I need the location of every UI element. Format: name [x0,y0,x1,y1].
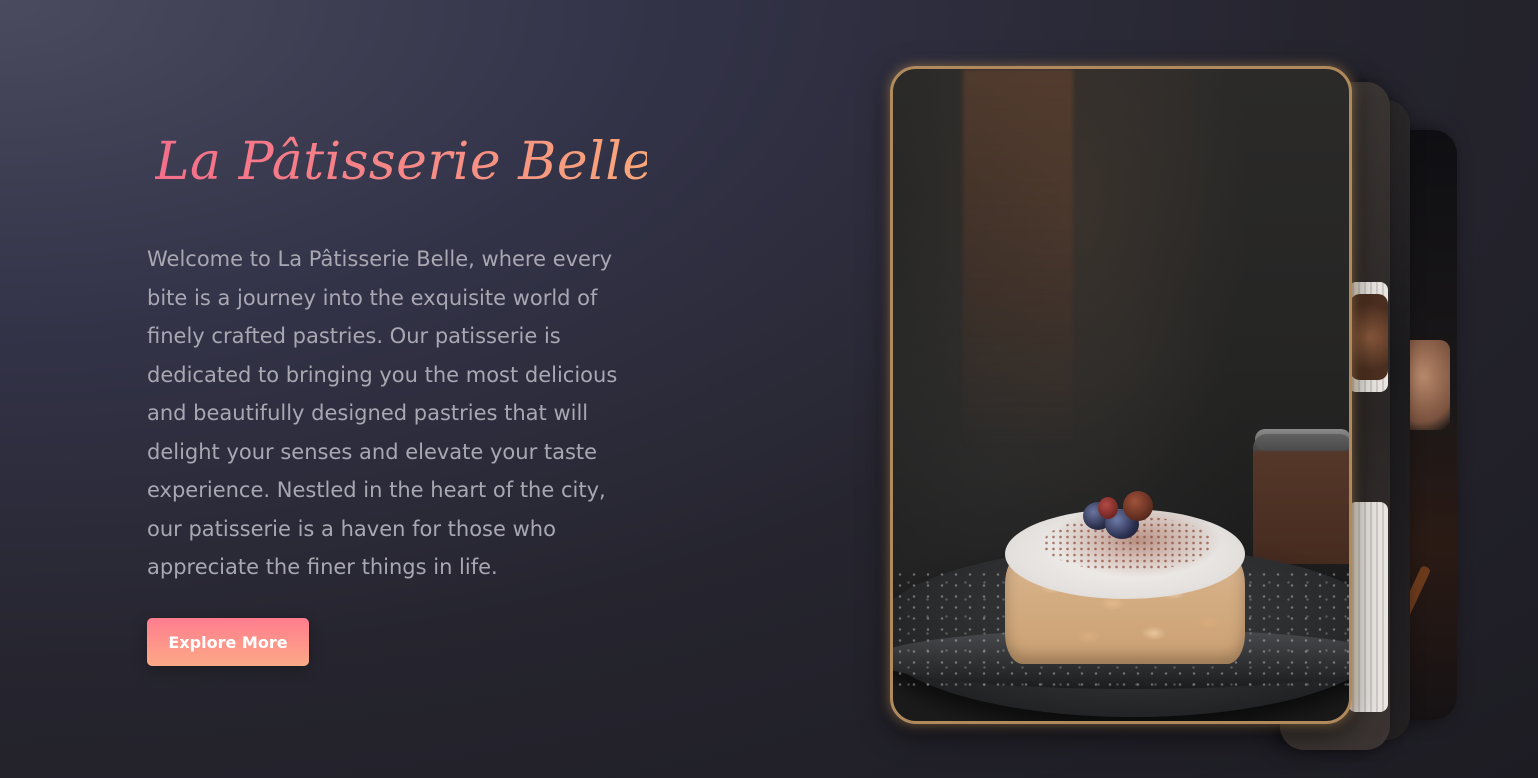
cake-with-almonds-photo-card[interactable] [890,66,1352,724]
explore-more-button[interactable]: Explore More [147,617,309,666]
brand-title: La Pâtisserie Belle [155,120,653,204]
cherry-shape [1098,497,1118,519]
chocolate-filling-shape [1350,294,1388,380]
paper-cup-shape [1348,502,1388,712]
background-wood-streak [963,69,1073,449]
image-card-stack[interactable] [880,60,1470,750]
hero-section: La Pâtisserie Belle Welcome to La Pâtiss… [147,120,653,666]
intro-paragraph: Welcome to La Pâtisserie Belle, where ev… [147,247,618,579]
hazelnut-shape [1123,491,1153,521]
cocoa-jar-shape [1253,434,1349,564]
